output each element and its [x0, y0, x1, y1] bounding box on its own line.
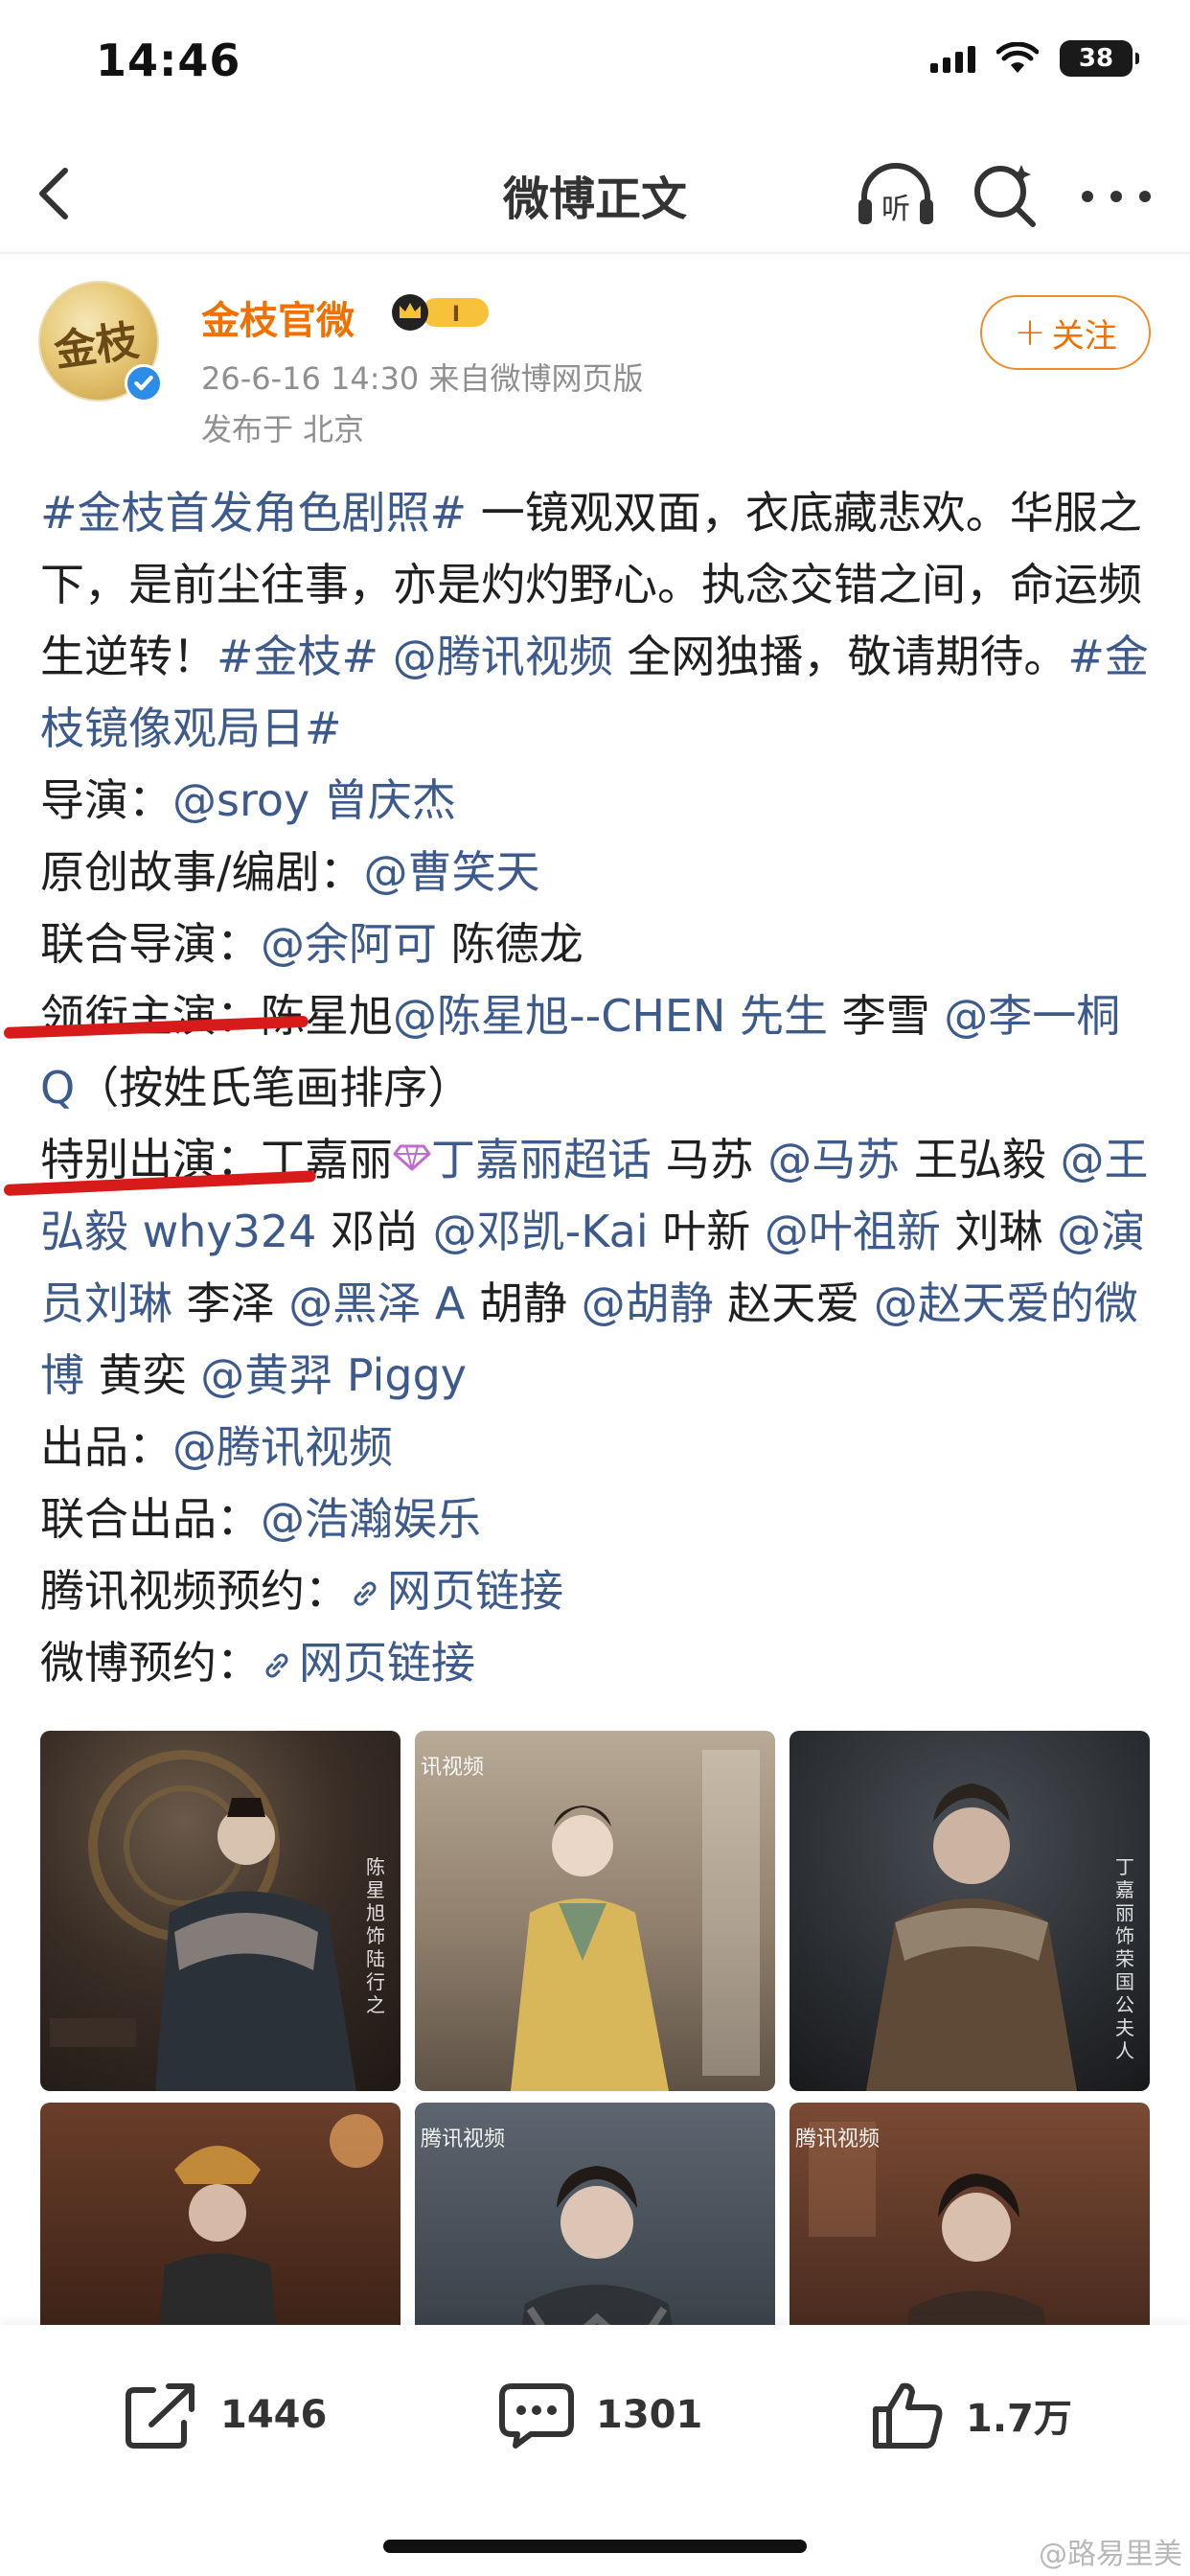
photo-figure [50, 1750, 356, 2091]
photo-thumbnail[interactable] [40, 2103, 400, 2325]
like-count: 1.7万 [966, 2397, 1072, 2441]
post-content: #金枝首发角色剧照# 一镜观双面，衣底藏悲欢。华服之下，是前尘往事，亦是灼灼野心… [40, 477, 1161, 1699]
svg-text:I: I [452, 303, 460, 327]
comment-icon [499, 2383, 574, 2449]
status-time: 14:46 [96, 34, 241, 86]
post-meta: 26-6-16 14:30 来自微博网页版 [201, 360, 644, 397]
link-icon [354, 1581, 377, 1606]
special-cast-line: 特别出演：丁嘉丽 丁嘉丽超话 马苏 @马苏 王弘毅 @王弘毅 why324 邓尚 … [40, 1134, 1149, 1401]
credit-label: 联合出品： [40, 1493, 261, 1545]
link-icon [265, 1653, 288, 1678]
co-producer-line: 联合出品：@浩瀚娱乐 [40, 1484, 1161, 1555]
photo-thumbnail[interactable]: 讯视频 [415, 1731, 775, 2091]
lead-cast-line: 领衔主演：陈星旭@陈星旭--CHEN 先生 李雪 @李一桐 Q（按姓氏笔画排序） [40, 990, 1121, 1114]
post-text: 陈德龙 [437, 918, 584, 970]
photo-thumbnail[interactable]: 腾讯视频 [790, 2103, 1150, 2325]
super-topic-link[interactable]: 丁嘉丽超话 [431, 1134, 652, 1185]
credit-label: 出品： [40, 1421, 172, 1473]
repost-button[interactable]: 1446 [125, 2380, 327, 2450]
mention-link[interactable]: @曹笑天 [364, 846, 540, 898]
weibo-reserve-line: 微博预约： 网页链接 [40, 1627, 1161, 1699]
vip-crown-badge-icon: I [392, 294, 489, 331]
mention-link[interactable]: @马苏 [767, 1134, 900, 1185]
status-bar: 14:46 38 [0, 0, 1190, 134]
mention-link[interactable]: @黑泽 A [288, 1277, 465, 1329]
web-link[interactable]: 网页链接 [299, 1637, 475, 1689]
post-intro: #金枝首发角色剧照# 一镜观双面，衣底藏悲欢。华服之下，是前尘往事，亦是灼灼野心… [40, 477, 1161, 765]
web-link[interactable]: 网页链接 [387, 1565, 563, 1617]
search-icon[interactable] [968, 157, 1044, 234]
super-topic-diamond-icon [393, 1144, 431, 1171]
mention-link[interactable]: @邓凯-Kai [433, 1206, 649, 1257]
nav-bar: 微博正文 听 [0, 134, 1190, 254]
comment-count: 1301 [596, 2393, 703, 2437]
comment-button[interactable]: 1301 [498, 2380, 702, 2450]
author-name[interactable]: 金枝官微 [201, 289, 355, 345]
producer-line: 出品：@腾讯视频 [40, 1412, 1161, 1484]
credit-label: 原创故事/编剧： [40, 846, 364, 898]
svg-text:听: 听 [881, 193, 910, 226]
repost-icon [126, 2383, 195, 2449]
mention-link[interactable]: @浩瀚娱乐 [261, 1493, 481, 1545]
listen-headphones-icon[interactable]: 听 [853, 157, 939, 234]
photo-thumbnail[interactable]: 腾讯视频 [415, 2103, 775, 2325]
follow-button[interactable]: + 关注 [980, 295, 1151, 370]
bottom-action-bar: 1446 1301 1.7万 @路易里美 [0, 2325, 1190, 2576]
director-line: 导演：@sroy 曾庆杰 [40, 765, 1161, 837]
photo-caption: 陈星旭 饰 陆行之 [366, 1855, 385, 2016]
thumbs-up-icon [873, 2382, 943, 2449]
photo-figure [866, 1783, 1077, 2091]
topic-link[interactable]: #金枝首发角色剧照# [40, 487, 467, 539]
mention-link[interactable]: @陈星旭--CHEN 先生 [393, 990, 828, 1042]
follow-label: 关注 [1051, 316, 1117, 356]
avatar-logo-text: 金枝 [51, 316, 142, 377]
repost-count: 1446 [220, 2393, 328, 2437]
credit-label: 腾讯视频预约： [40, 1565, 349, 1617]
co-director-line: 联合导演：@余阿可 陈德龙 [40, 908, 1161, 980]
photo-caption: 丁嘉丽 饰 荣国公夫人 [1115, 1855, 1134, 2062]
photo-watermark: 讯视频 [421, 1756, 485, 1780]
mention-link[interactable]: @腾讯视频 [393, 631, 613, 682]
tencent-reserve-line: 腾讯视频预约： 网页链接 [40, 1555, 1161, 1627]
credit-label: 微博预约： [40, 1637, 261, 1689]
credit-label: 联合导演： [40, 918, 261, 970]
photo-watermark: 腾讯视频 [795, 2128, 881, 2151]
home-indicator [383, 2540, 807, 2553]
mention-link[interactable]: @sroy 曾庆杰 [172, 774, 456, 826]
photo-thumbnail[interactable]: 陈星旭 饰 陆行之 [40, 1731, 400, 2091]
more-icon[interactable] [1073, 163, 1159, 230]
credit-label: 导演： [40, 774, 172, 826]
mention-link[interactable]: @黄羿 Piggy [200, 1349, 467, 1401]
topic-link[interactable]: #金枝# [217, 631, 378, 682]
photo-watermark: 腾讯视频 [421, 2128, 506, 2151]
photo-figure [511, 1750, 760, 2091]
weibo-watermark: @路易里美 [1039, 2538, 1182, 2571]
status-icons: 38 [930, 40, 1139, 77]
cellular-signal-icon [930, 44, 975, 73]
photo-figure [158, 2114, 383, 2325]
plus-icon: + [1014, 310, 1046, 355]
battery-indicator: 38 [1060, 40, 1139, 77]
mention-link[interactable]: @叶祖新 [765, 1206, 941, 1257]
post-location: 发布于 北京 [201, 411, 365, 448]
wifi-icon [996, 42, 1039, 73]
like-button[interactable]: 1.7万 [872, 2380, 1072, 2450]
post-author-header: 金枝 金枝官微 I 26-6-16 14:30 来自微博网页版 发布于 北京 +… [0, 268, 1190, 460]
mention-link[interactable]: @余阿可 [261, 918, 437, 970]
verified-badge-icon [125, 364, 163, 402]
photo-thumbnail[interactable]: 丁嘉丽 饰 荣国公夫人 [790, 1731, 1150, 2091]
story-line: 原创故事/编剧：@曹笑天 [40, 837, 1161, 908]
mention-link[interactable]: @胡静 [582, 1277, 714, 1329]
photo-grid: 陈星旭 饰 陆行之 讯视频 丁嘉丽 饰 荣国公夫人 腾讯视频 腾讯视频 [40, 1731, 1150, 2325]
mention-link[interactable]: @腾讯视频 [172, 1421, 393, 1473]
post-text: 全网独播，敬请期待。 [612, 631, 1068, 682]
